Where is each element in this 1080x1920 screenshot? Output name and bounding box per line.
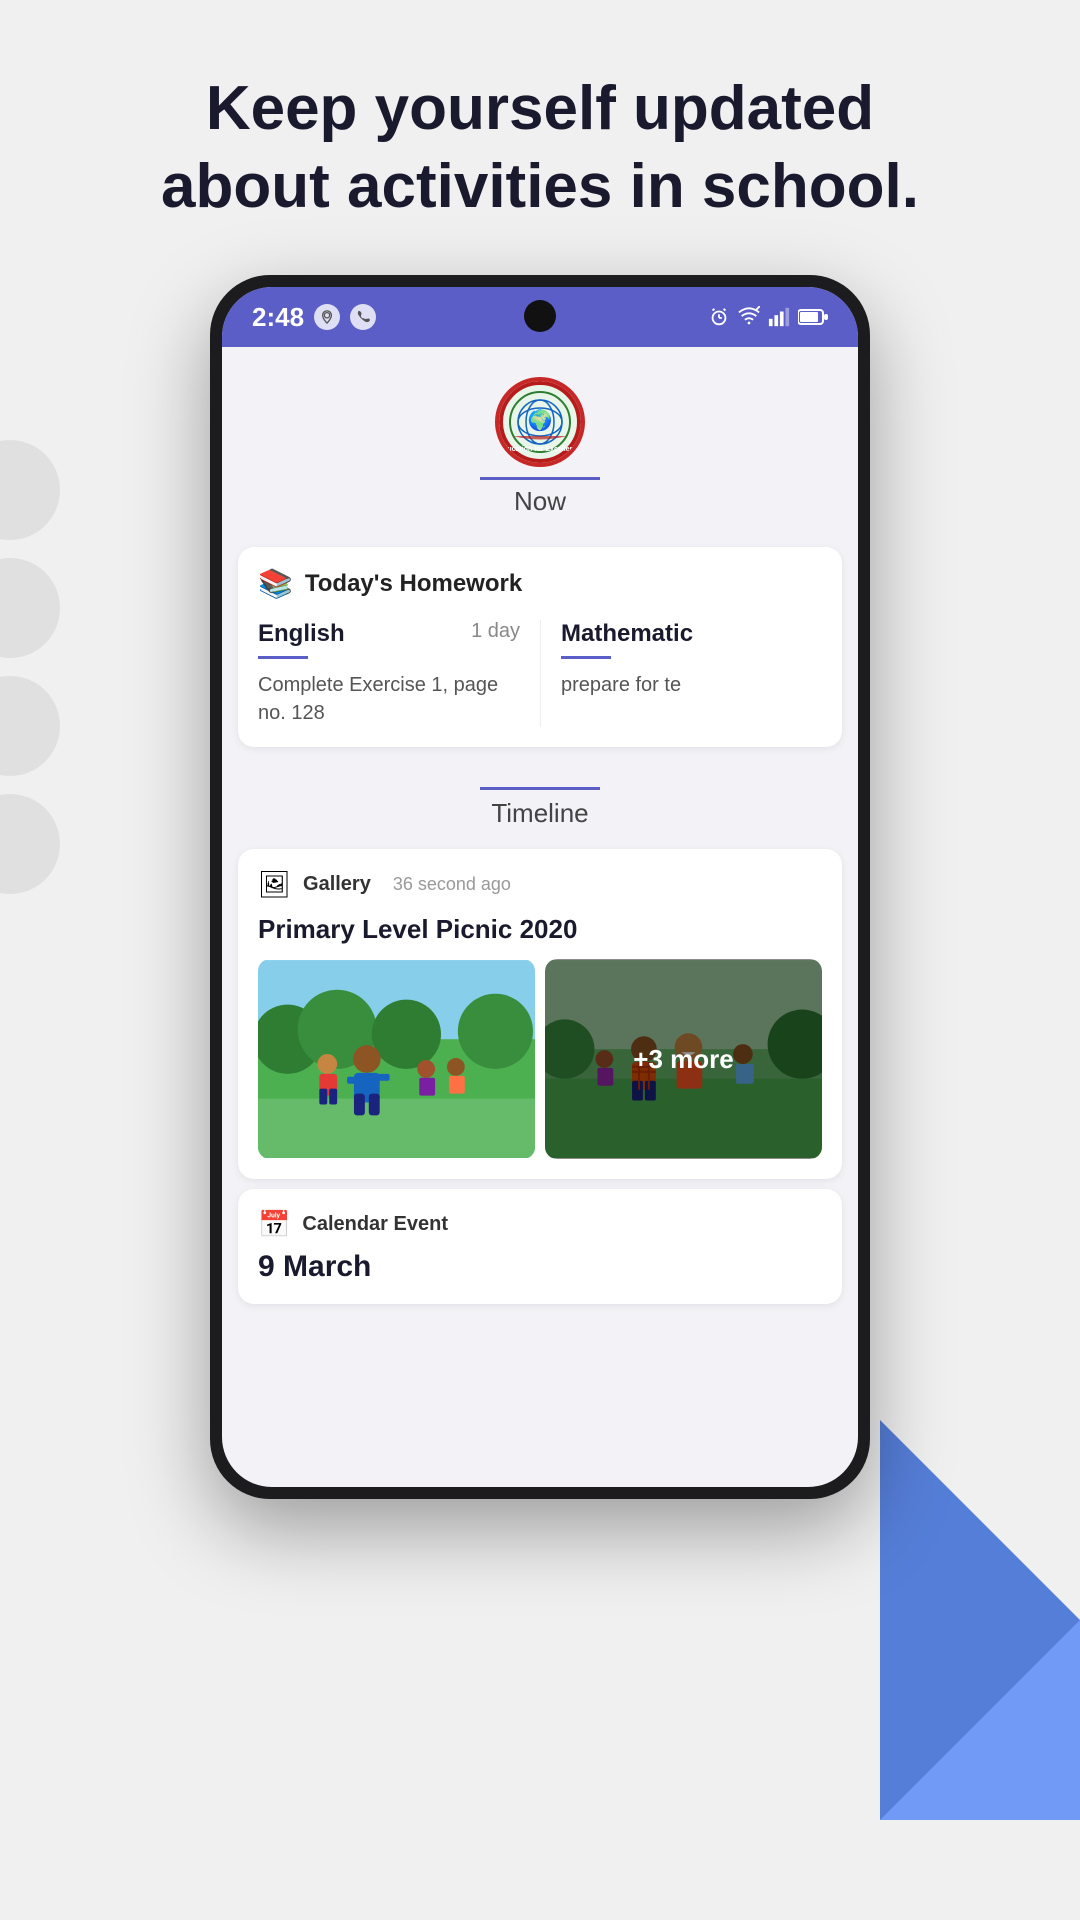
svg-text:Education for Excellence: Education for Excellence: [499, 446, 581, 453]
english-subject: English: [258, 620, 345, 648]
calendar-date: 9 March: [258, 1250, 822, 1284]
english-column: English 1 day Complete Exercise 1, page …: [258, 620, 540, 727]
decorative-circles: [0, 440, 60, 894]
circle-1: [0, 440, 60, 540]
phone-screen: 2:48: [222, 287, 858, 1487]
phone-frame: 2:48: [210, 275, 870, 1499]
circle-2: [0, 558, 60, 658]
gallery-time: 36 second ago: [393, 874, 511, 895]
timeline-underline: [480, 787, 600, 790]
phone-mockup: 2:48: [210, 275, 870, 1499]
status-bar: 2:48: [222, 287, 858, 347]
gallery-type: Gallery: [303, 873, 371, 896]
math-header: Mathematic: [561, 620, 822, 648]
signal-icon: [768, 306, 790, 328]
call-icon: [350, 304, 376, 330]
gallery-image-2[interactable]: +3 more: [545, 959, 822, 1159]
math-subject: Mathematic: [561, 620, 693, 648]
gallery-icon: 🖼: [258, 869, 291, 900]
now-label-container: Now: [480, 477, 600, 517]
gallery-image-1[interactable]: [258, 959, 535, 1159]
gallery-card-header: 🖼 Gallery 36 second ago: [258, 869, 822, 900]
timeline-label: Timeline: [491, 798, 588, 829]
app-content: 🌍 Education for Excellence Now 📚: [222, 347, 858, 1344]
calendar-card-header: 📅 Calendar Event: [258, 1209, 822, 1240]
map-icon: [314, 304, 340, 330]
decorative-triangle: [880, 1420, 1080, 1820]
calendar-card[interactable]: 📅 Calendar Event 9 March: [238, 1189, 842, 1304]
homework-card: 📚 Today's Homework English 1 day Complet…: [238, 547, 842, 747]
gallery-images: +3 more: [258, 959, 822, 1159]
homework-title: Today's Homework: [305, 570, 522, 598]
homework-columns: English 1 day Complete Exercise 1, page …: [258, 620, 822, 727]
more-count-text: +3 more: [633, 1044, 733, 1075]
wifi-icon: [738, 306, 760, 328]
homework-card-header: 📚 Today's Homework: [258, 567, 822, 600]
now-underline: [480, 477, 600, 480]
math-text: prepare for te: [561, 674, 681, 696]
english-duration: 1 day: [471, 620, 520, 643]
circle-3: [0, 676, 60, 776]
school-logo: 🌍 Education for Excellence: [495, 377, 585, 467]
math-underline: [561, 656, 611, 659]
alarm-icon: [708, 306, 730, 328]
gallery-title: Primary Level Picnic 2020: [258, 914, 822, 945]
math-column: Mathematic prepare for te: [540, 620, 822, 727]
circle-4: [0, 794, 60, 894]
english-underline: [258, 656, 308, 659]
status-icons-right: [708, 306, 828, 328]
more-count-overlay[interactable]: +3 more: [545, 959, 822, 1159]
now-label: Now: [514, 486, 566, 517]
calendar-icon: 📅: [258, 1209, 290, 1240]
page-headline: Keep yourself updated about activities i…: [0, 0, 1080, 275]
calendar-type: Calendar Event: [302, 1213, 448, 1236]
logo-section: 🌍 Education for Excellence Now: [222, 347, 858, 527]
battery-icon: [798, 308, 828, 326]
english-text: Complete Exercise 1, page no. 128: [258, 674, 498, 724]
svg-text:🌍: 🌍: [528, 408, 553, 432]
timeline-section: Timeline: [222, 767, 858, 839]
camera-notch: [524, 300, 556, 332]
english-header: English 1 day: [258, 620, 520, 648]
homework-icon: 📚: [258, 567, 293, 600]
gallery-card[interactable]: 🖼 Gallery 36 second ago Primary Level Pi…: [238, 849, 842, 1179]
status-time: 2:48: [252, 302, 304, 333]
